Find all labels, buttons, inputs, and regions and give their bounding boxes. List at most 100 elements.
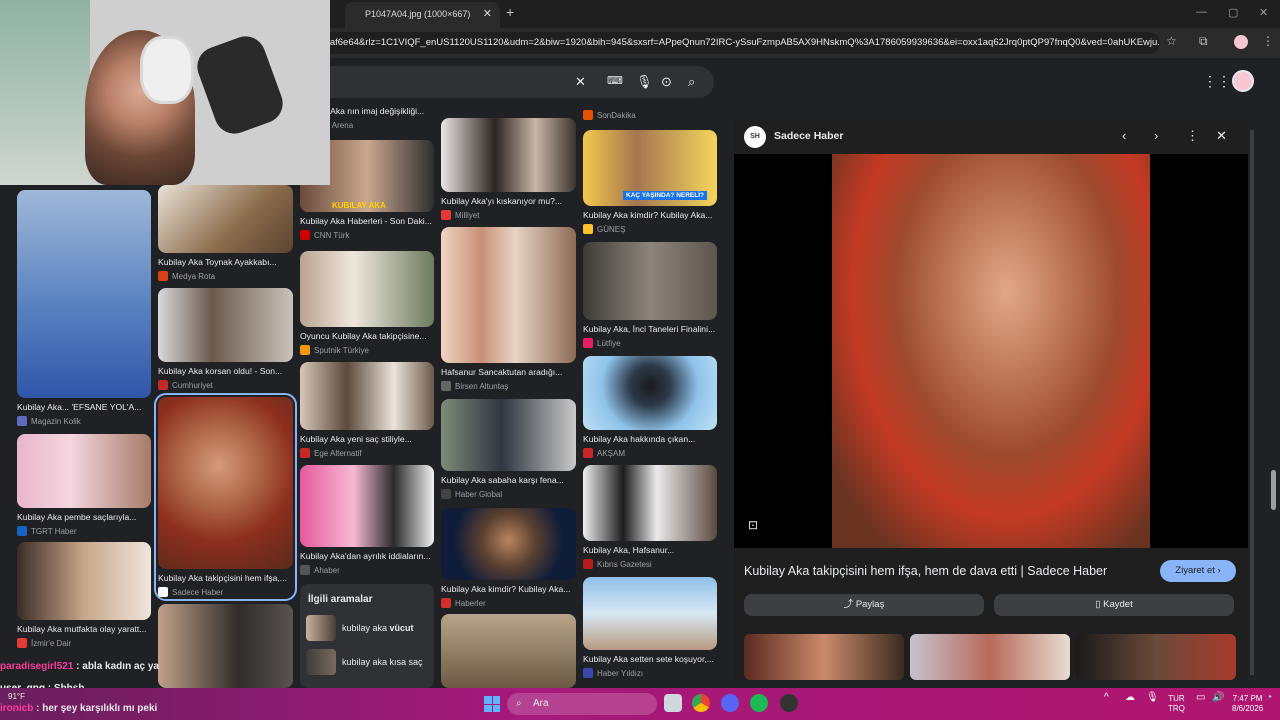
image-result[interactable]: Kubilay Aka yeni saç stiliyle... Ege Alt… — [300, 362, 434, 458]
task-view-icon[interactable] — [664, 694, 682, 712]
new-tab-icon[interactable]: + — [506, 4, 514, 20]
save-button[interactable]: ▯ Kaydet — [994, 594, 1234, 616]
image-result[interactable]: SonDakika — [583, 100, 717, 120]
extensions-icon[interactable]: ⧉ — [1199, 34, 1208, 49]
window-close-icon[interactable]: ✕ — [1259, 6, 1268, 19]
maximize-icon[interactable]: ▢ — [1228, 6, 1238, 19]
source-favicon-icon — [300, 448, 310, 458]
panel-scrollbar[interactable] — [1250, 130, 1254, 675]
tray-overflow-icon[interactable]: ^ — [1104, 693, 1109, 703]
obs-icon[interactable] — [780, 694, 798, 712]
search-placeholder: Ara — [533, 698, 549, 709]
microphone — [191, 30, 289, 140]
related-image-thumbnail[interactable] — [1076, 634, 1236, 680]
related-image-thumbnail[interactable] — [744, 634, 904, 680]
image-result[interactable]: KAÇ YAŞINDA? NERELİ? Kubilay Aka kimdir?… — [583, 130, 717, 234]
image-result[interactable]: Kubilay Aka kimdir? Kubilay Aka... Haber… — [441, 508, 576, 608]
share-button[interactable]: ⤴ Paylaş — [744, 594, 984, 616]
image-result[interactable]: Kubilay Aka'dan ayrılık iddiaların... Ah… — [300, 465, 434, 575]
source-favicon-icon — [583, 224, 593, 234]
result-thumbnail — [17, 542, 151, 620]
lens-icon[interactable]: ⊙ — [661, 74, 672, 90]
image-result[interactable]: Kubilay Aka hakkında çıkan... AKŞAM — [583, 356, 717, 458]
taskbar-search[interactable]: ⌕ Ara — [507, 693, 657, 715]
network-icon[interactable]: ▭ — [1196, 693, 1205, 703]
image-result[interactable]: Kubilay Aka pembe saçlarıyla... TGRT Hab… — [17, 434, 151, 536]
result-source: Kıbrıs Gazetesi — [583, 559, 717, 569]
preview-source-name: Sadece Haber — [774, 130, 844, 142]
preview-image[interactable] — [734, 154, 1248, 548]
image-result[interactable]: Kubilay Aka Toynak Ayakkabı... Medya Rot… — [158, 185, 293, 281]
bookmark-star-icon[interactable]: ☆ — [1166, 34, 1177, 48]
browser-tab[interactable]: P1047A04.jpg (1000×667) ✕ — [345, 2, 500, 28]
menu-kebab-icon[interactable]: ⋮ — [1262, 34, 1274, 48]
account-avatar[interactable] — [1232, 70, 1254, 92]
notification-icon[interactable]: ◔ — [1266, 693, 1272, 703]
related-image-thumbnail[interactable] — [910, 634, 1070, 680]
related-search-item[interactable]: kubilay aka kısa saç — [300, 645, 434, 679]
microphone-icon[interactable]: 🎙 — [636, 74, 653, 90]
chat-message: paradisegirl521 : abla kadın aç ya — [0, 661, 159, 672]
more-options-icon[interactable]: ⋮ — [1186, 128, 1199, 144]
result-source: Lütfiye — [583, 338, 717, 348]
result-thumbnail — [441, 614, 576, 688]
tab-close-icon[interactable]: ✕ — [483, 2, 492, 26]
image-result[interactable]: Kubilay Aka korsan oldu! - Son... Cumhur… — [158, 288, 293, 390]
weather-widget[interactable]: 91°F — [8, 692, 25, 701]
source-favicon-icon — [583, 110, 593, 120]
related-search-item[interactable]: kubilay aka vücut — [300, 611, 434, 645]
mic-tray-icon[interactable]: 🎙 — [1146, 693, 1159, 703]
result-caption: Kubilay Aka mutfakta olay yaratt... — [17, 624, 147, 634]
visual-search-icon[interactable]: ⊡ — [748, 518, 758, 532]
address-bar[interactable]: d0eaf6e64&rlz=1C1VIQF_enUS1120US1120&udm… — [300, 32, 1160, 54]
webcam-window — [0, 0, 90, 185]
clear-icon[interactable]: ✕ — [575, 74, 586, 90]
result-caption: Kubilay Aka takipçisini hem ifşa,... — [158, 573, 287, 583]
result-thumbnail — [441, 118, 576, 192]
profile-icon[interactable] — [1234, 35, 1248, 49]
image-result[interactable]: Kubilay Aka mutfakta olay yaratt... İzmi… — [17, 542, 151, 648]
save-label: Kaydet — [1103, 599, 1133, 610]
clock[interactable]: 7:47 PM 8/6/2026 — [1232, 694, 1263, 714]
source-favicon-icon — [300, 565, 310, 575]
image-result[interactable]: Kubilay Aka sabaha karşı fena... Haber G… — [441, 399, 576, 499]
apps-grid-icon[interactable]: ⋮⋮ — [1203, 73, 1231, 90]
source-logo: SH — [744, 126, 766, 148]
page-scrollbar[interactable] — [1271, 470, 1276, 510]
image-result[interactable] — [441, 614, 576, 688]
image-result[interactable]: Kubilay Aka... 'EFSANE YOL'A... Magazin … — [17, 190, 151, 426]
image-result[interactable] — [158, 604, 293, 688]
spotify-icon[interactable] — [750, 694, 768, 712]
source-name: SonDakika — [597, 110, 636, 120]
image-result[interactable]: Kubilay Aka'yı kıskanıyor mu?... Milliye… — [441, 118, 576, 220]
next-icon[interactable]: › — [1154, 128, 1158, 143]
image-result[interactable]: Kubilay Aka, Hafsanur... Kıbrıs Gazetesi — [583, 465, 717, 569]
result-thumbnail — [441, 399, 576, 471]
search-icon[interactable]: ⌕ — [688, 74, 695, 90]
visit-button[interactable]: Ziyaret et › — [1160, 560, 1236, 582]
result-source: AKŞAM — [583, 448, 717, 458]
preview-title[interactable]: Kubilay Aka takipçisini hem ifşa, hem de… — [744, 564, 1107, 578]
cloud-icon[interactable]: ☁ — [1125, 693, 1135, 703]
result-source: Ege Alternatif — [300, 448, 434, 458]
close-preview-icon[interactable]: ✕ — [1216, 128, 1227, 144]
chrome-icon[interactable] — [692, 694, 710, 712]
result-thumbnail — [300, 251, 434, 327]
image-result[interactable]: Hafsanur Sancaktutan aradığı... Birsen A… — [441, 227, 576, 391]
image-result[interactable]: Oyuncu Kubilay Aka takipçisine... Sputni… — [300, 251, 434, 355]
source-name: Ege Alternatif — [314, 448, 362, 458]
discord-icon[interactable] — [721, 694, 739, 712]
preview-photo — [832, 154, 1150, 548]
related-searches: İlgili aramalar kubilay aka vücut kubila… — [300, 584, 434, 688]
image-result[interactable]: Kubilay Aka, İnci Taneleri Finalini... L… — [583, 242, 717, 348]
start-icon[interactable] — [484, 696, 500, 712]
previous-icon[interactable]: ‹ — [1122, 128, 1126, 143]
keyboard-icon[interactable]: ⌨ — [607, 74, 623, 87]
result-source: GÜNEŞ — [583, 224, 717, 234]
image-result-selected[interactable]: Kubilay Aka takipçisini hem ifşa,... Sad… — [154, 393, 297, 601]
image-result[interactable]: Kubilay Aka setten sete koşuyor,... Habe… — [583, 577, 717, 678]
minimize-icon[interactable]: — — [1196, 6, 1207, 18]
volume-icon[interactable]: 🔊 — [1212, 693, 1224, 703]
result-caption: Kubilay Aka, İnci Taneleri Finalini... — [583, 324, 716, 334]
language-indicator[interactable]: TUR TRQ — [1168, 694, 1185, 714]
